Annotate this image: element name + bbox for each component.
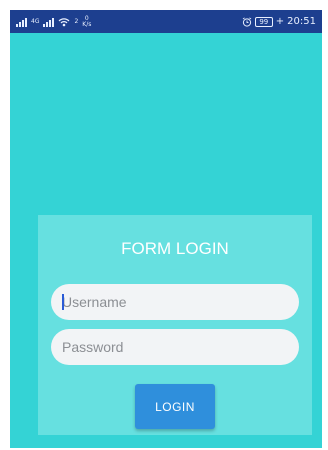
- phone-screen: 4G 2 0 K/s 99 + 20:51 FORM LOGIN Usernam…: [10, 10, 322, 448]
- clock: 20:51: [287, 16, 316, 27]
- login-card: FORM LOGIN LOGIN: [38, 215, 312, 435]
- text-cursor: [62, 294, 64, 310]
- form-title: FORM LOGIN: [121, 239, 229, 258]
- charging-icon: +: [275, 16, 285, 27]
- login-button[interactable]: LOGIN: [135, 384, 215, 429]
- battery-level: 99: [259, 17, 269, 26]
- battery-icon: 99: [254, 16, 273, 27]
- net-speed-unit: K/s: [82, 20, 92, 28]
- hotspot-count: 2: [74, 18, 79, 25]
- network-type-label: 4G: [31, 18, 40, 25]
- signal-icon: [16, 17, 27, 27]
- net-speed: 0 K/s: [82, 15, 92, 28]
- username-input[interactable]: [51, 284, 299, 320]
- password-input[interactable]: [51, 329, 299, 365]
- wifi-hotspot-icon: [58, 17, 70, 27]
- status-bar: 4G 2 0 K/s 99 + 20:51: [10, 10, 322, 33]
- status-left: 4G 2 0 K/s: [16, 15, 92, 28]
- status-right: 99 + 20:51: [242, 16, 316, 27]
- signal-icon-2: [43, 17, 55, 27]
- alarm-icon: [242, 16, 252, 27]
